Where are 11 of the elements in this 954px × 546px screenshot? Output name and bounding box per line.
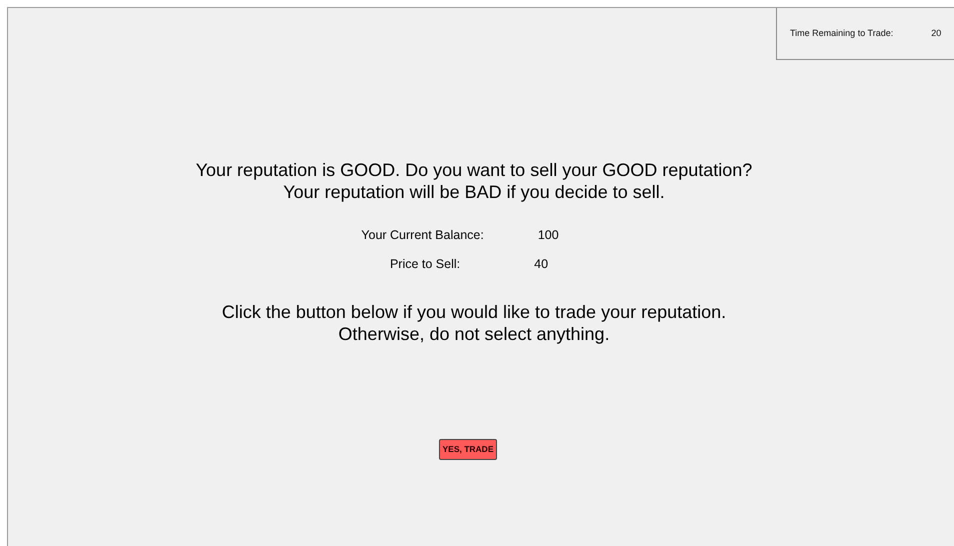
instruction-text: Click the button below if you would like to trade your reputation. (222, 300, 726, 322)
figure-label: Price to Sell: (390, 256, 460, 273)
timer-value: 20 (931, 26, 942, 40)
figure-value: 40 (534, 256, 548, 273)
figure-label: Your Current Balance: (361, 227, 484, 244)
question-text: Your reputation is GOOD. Do you want to sell your GOOD reputation? (196, 159, 752, 181)
figure-value: 100 (538, 227, 559, 244)
timer-label: Time Remaining to Trade: (790, 26, 894, 40)
trade-button[interactable]: YES, TRADE (439, 438, 496, 460)
question-text: Your reputation will be BAD if you decide to sell. (283, 181, 665, 203)
instruction-text: Otherwise, do not select anything. (338, 322, 610, 344)
